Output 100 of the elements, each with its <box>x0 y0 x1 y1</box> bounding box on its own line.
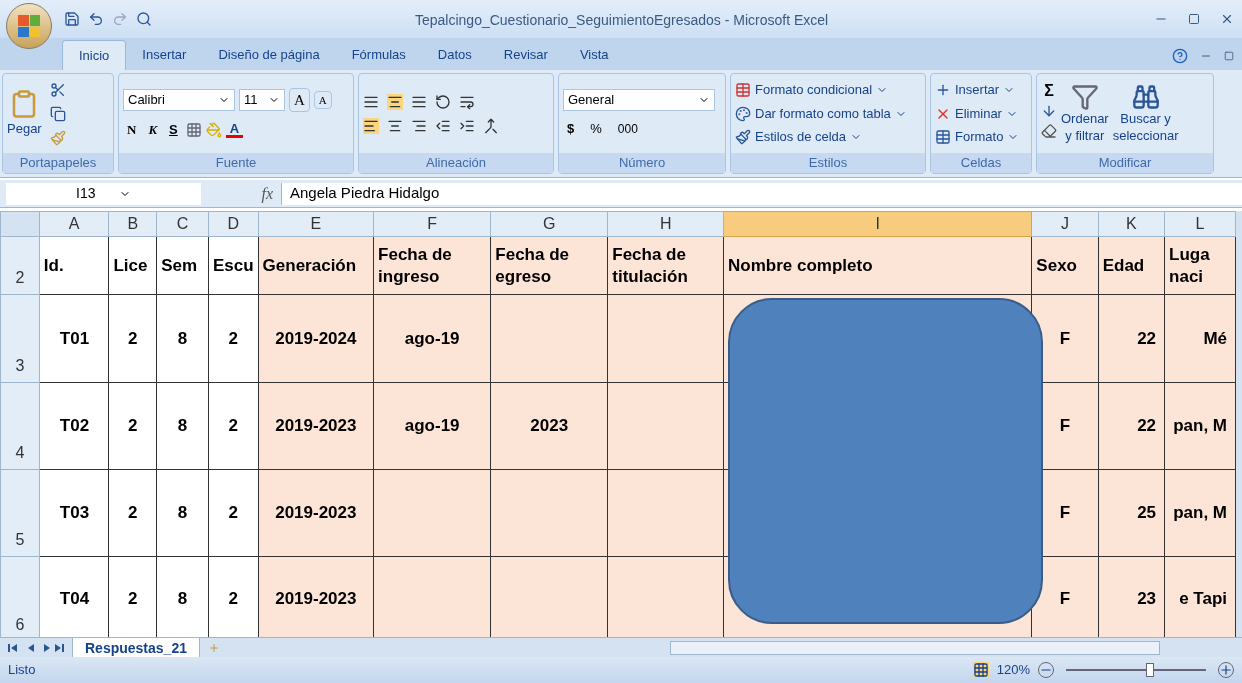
group-label: Fuente <box>215 154 257 173</box>
ribbon-tab[interactable]: Fórmulas <box>335 40 422 70</box>
styles-menu-button[interactable]: Dar formato como tabla <box>735 103 907 124</box>
cell-text: Id. <box>43 255 64 275</box>
undo-icon[interactable] <box>88 11 104 27</box>
column-header[interactable]: C <box>156 211 209 237</box>
cell-text: 22 <box>1137 328 1157 348</box>
find-select-button[interactable]: Buscar y seleccionar <box>1112 83 1179 144</box>
font-color-button[interactable]: A <box>225 121 244 138</box>
borders-icon[interactable] <box>185 121 202 138</box>
window-title: Tepalcingo_Cuestionario_SeguimientoEgresados - Microsoft Excel <box>415 11 829 30</box>
row-header[interactable]: 2 <box>0 236 40 295</box>
column-header[interactable]: H <box>607 211 724 237</box>
scissors-icon[interactable] <box>49 81 66 98</box>
restore-icon[interactable] <box>1224 51 1234 61</box>
cell-text: 2 <box>128 328 138 348</box>
cell-text: e Tapi <box>1179 589 1227 609</box>
binoculars-icon <box>1131 83 1160 112</box>
styles-menu-button[interactable]: Formato condicional <box>735 80 907 100</box>
cell-text: Fecha de egreso <box>495 244 569 286</box>
ribbon-tab[interactable]: Insertar <box>126 40 203 70</box>
shrink-font-button[interactable]: A <box>313 90 332 109</box>
merge-icon[interactable] <box>483 117 499 134</box>
cell-text: Escu <box>212 255 254 275</box>
eraser-icon[interactable] <box>1041 123 1057 140</box>
cell-text: Edad <box>1102 255 1145 275</box>
cell-text: 8 <box>177 416 188 436</box>
cell-text: 8 <box>177 589 188 609</box>
ribbon-tab[interactable]: Datos <box>421 40 488 70</box>
autosum-button[interactable]: Σ <box>1041 83 1057 100</box>
cell-text: 25 <box>1137 503 1157 523</box>
font-size-field[interactable]: 11 <box>239 88 285 111</box>
ribbon-tab[interactable]: Vista <box>563 40 625 70</box>
column-header[interactable]: L <box>1164 211 1236 237</box>
name-box[interactable]: I13 <box>6 182 201 205</box>
office-button[interactable] <box>6 3 52 49</box>
column-header[interactable]: J <box>1031 211 1099 237</box>
group-label: Portapapeles <box>19 154 97 173</box>
styles-menu-button[interactable]: Estilos de celda <box>735 127 907 147</box>
help-icon[interactable] <box>1172 48 1188 64</box>
align-middle-icon[interactable] <box>387 93 403 110</box>
maximize-icon[interactable] <box>1188 13 1200 25</box>
number-format-field[interactable]: General <box>563 88 715 111</box>
grow-font-button[interactable]: A <box>289 87 310 112</box>
row-header[interactable]: 6 <box>0 556 40 637</box>
cell-text: 2 <box>128 503 138 523</box>
ribbon-tab[interactable]: Inicio <box>62 40 127 70</box>
row-header[interactable]: 3 <box>0 294 40 383</box>
horizontal-scrollbar[interactable] <box>669 640 1160 655</box>
column-header[interactable]: F <box>373 211 491 237</box>
close-icon[interactable] <box>1220 12 1234 26</box>
print-preview-icon[interactable] <box>136 11 152 27</box>
column-header[interactable]: A <box>39 211 109 237</box>
sheet-tab[interactable]: Respuestas_21 <box>72 637 200 658</box>
column-header[interactable]: G <box>490 211 608 237</box>
vertical-scrollbar[interactable] <box>1236 211 1242 637</box>
zoom-in-icon[interactable] <box>1218 662 1234 678</box>
sheet-nav-arrows-icon[interactable] <box>8 642 64 653</box>
formula-input[interactable]: Angela Piedra Hidalgo <box>281 182 1242 205</box>
column-header[interactable]: E <box>258 211 374 237</box>
italic-button[interactable]: K <box>144 120 162 140</box>
thousands-button[interactable]: 000 <box>613 119 642 138</box>
column-header[interactable]: I <box>723 211 1032 237</box>
cell-text: Fecha de titulación <box>612 244 688 286</box>
column-header[interactable]: B <box>108 211 157 237</box>
filter-icon <box>1070 83 1099 112</box>
ribbon-tab[interactable]: Revisar <box>487 40 564 70</box>
save-icon[interactable] <box>64 11 80 27</box>
palette-icon <box>735 105 751 122</box>
underline-button[interactable]: S <box>165 120 182 140</box>
cells-menu-button[interactable]: Eliminar <box>935 103 1020 124</box>
paintbrush-icon <box>735 129 751 145</box>
paste-button[interactable]: Pegar <box>7 88 42 139</box>
sort-filter-button[interactable]: Ordenar y filtrar <box>1061 83 1109 144</box>
group-label: Celdas <box>960 154 1002 173</box>
zoom-thumb[interactable] <box>1146 663 1154 677</box>
ribbon-tab[interactable]: Diseño de página <box>202 40 336 70</box>
cell-text: 8 <box>177 328 188 348</box>
cells-menu-button[interactable]: Formato <box>935 127 1020 147</box>
font-family-field[interactable]: Calibri <box>123 88 235 111</box>
cell-text: T04 <box>59 589 90 609</box>
plus-icon <box>935 82 951 98</box>
row-header[interactable]: 5 <box>0 469 40 557</box>
column-header[interactable]: K <box>1098 211 1165 237</box>
align-left-icon[interactable] <box>363 117 379 134</box>
cells-menu-button[interactable]: Insertar <box>935 80 1020 100</box>
copy-icon[interactable] <box>49 105 66 122</box>
percent-button[interactable]: % <box>586 118 606 139</box>
fill-color-icon[interactable] <box>205 121 222 138</box>
function-icon[interactable]: fx <box>261 181 273 206</box>
orientation-icon[interactable] <box>435 93 451 110</box>
currency-button[interactable]: $ <box>563 118 579 139</box>
table-icon <box>735 82 751 98</box>
group-label: Modificar <box>1098 154 1152 173</box>
group-label: Alineación <box>426 154 486 173</box>
column-header[interactable]: D <box>208 211 259 237</box>
cell-text: ago-19 <box>404 416 460 436</box>
bold-button[interactable]: N <box>123 120 141 140</box>
row-header[interactable]: 4 <box>0 382 40 470</box>
normal-view-icon[interactable] <box>972 662 989 678</box>
